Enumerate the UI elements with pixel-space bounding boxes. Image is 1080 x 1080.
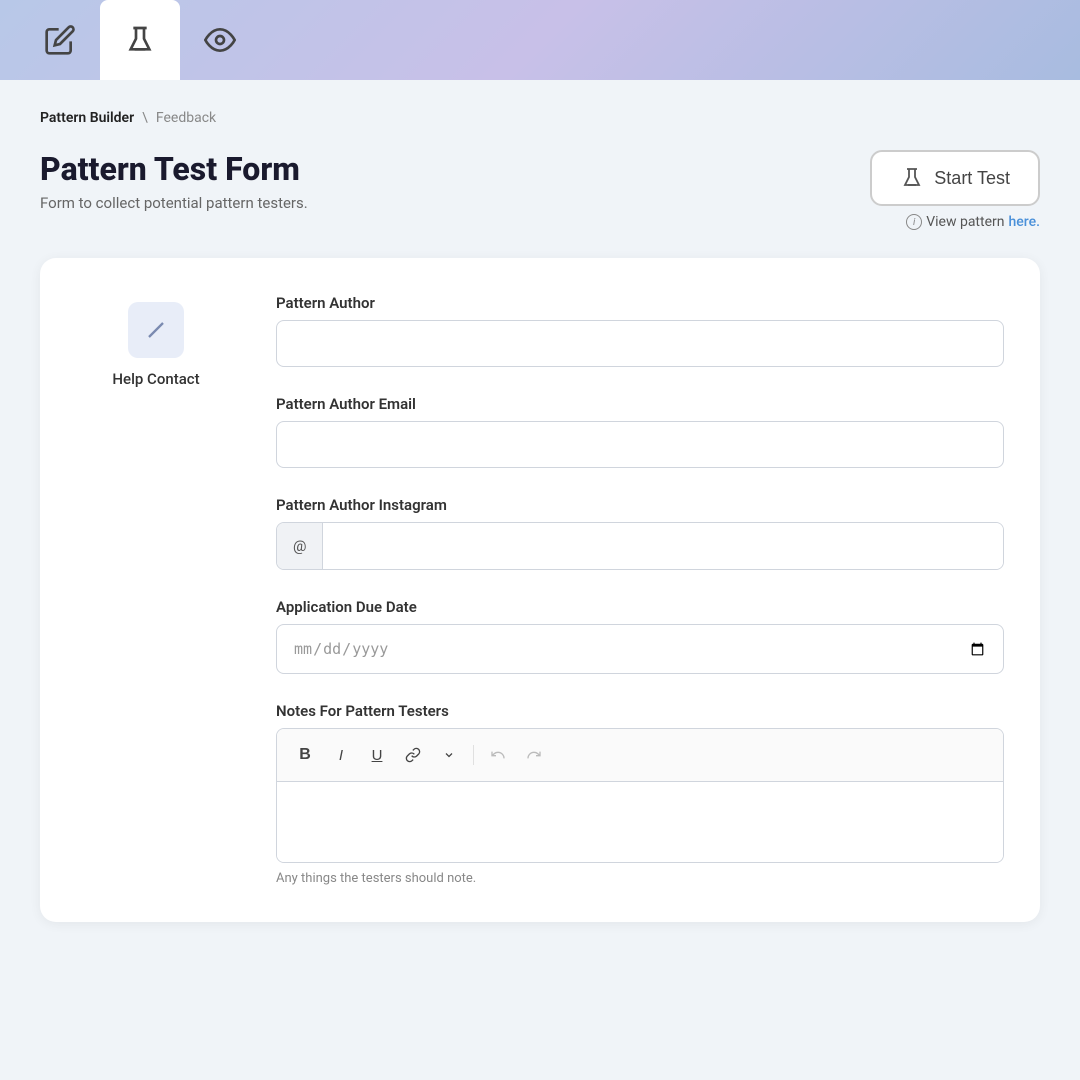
start-test-button[interactable]: Start Test: [870, 150, 1040, 206]
toolbar-separator: [473, 745, 474, 765]
toolbar-bold-button[interactable]: B: [289, 739, 321, 771]
label-notes-pattern-testers: Notes For Pattern Testers: [276, 702, 1004, 720]
header-actions: Start Test i View pattern here.: [870, 150, 1040, 230]
field-application-due-date: Application Due Date: [276, 598, 1004, 674]
slash-icon: [142, 316, 170, 344]
undo-icon: [490, 747, 506, 763]
field-pattern-author-instagram: Pattern Author Instagram @: [276, 496, 1004, 570]
top-navigation: [0, 0, 1080, 80]
toolbar-italic-button[interactable]: I: [325, 739, 357, 771]
editor-body[interactable]: [277, 782, 1003, 862]
contact-label: Help Contact: [112, 370, 199, 388]
rich-text-editor: B I U: [276, 728, 1004, 863]
editor-toolbar: B I U: [277, 729, 1003, 782]
main-content: Pattern Builder \ Feedback Pattern Test …: [0, 80, 1080, 1080]
edit-icon: [44, 24, 76, 56]
view-pattern-area: i View pattern here.: [906, 214, 1040, 230]
label-application-due-date: Application Due Date: [276, 598, 1004, 616]
breadcrumb-pattern-builder: Pattern Builder: [40, 110, 134, 126]
contact-icon-wrapper: [128, 302, 184, 358]
label-pattern-author: Pattern Author: [276, 294, 1004, 312]
flask-btn-icon: [900, 166, 924, 190]
label-pattern-author-instagram: Pattern Author Instagram: [276, 496, 1004, 514]
page-header: Pattern Test Form Form to collect potent…: [40, 150, 1040, 230]
tab-preview[interactable]: [180, 0, 260, 80]
view-pattern-link[interactable]: here.: [1009, 214, 1041, 230]
flask-icon: [124, 24, 156, 56]
toolbar-link-button[interactable]: [397, 739, 429, 771]
input-pattern-author[interactable]: [276, 320, 1004, 367]
notes-field-hint: Any things the testers should note.: [276, 871, 1004, 886]
link-icon: [405, 747, 421, 763]
instagram-prefix: @: [277, 523, 323, 569]
form-layout: Help Contact Pattern Author Pattern Auth…: [76, 294, 1004, 886]
form-card: Help Contact Pattern Author Pattern Auth…: [40, 258, 1040, 922]
tab-test[interactable]: [100, 0, 180, 80]
field-pattern-author-email: Pattern Author Email: [276, 395, 1004, 468]
breadcrumb-feedback: Feedback: [156, 110, 216, 126]
form-sidebar: Help Contact: [76, 294, 236, 886]
view-pattern-text: View pattern: [926, 214, 1004, 230]
breadcrumb-separator: \: [142, 110, 148, 126]
form-fields: Pattern Author Pattern Author Email Patt…: [276, 294, 1004, 886]
input-application-due-date[interactable]: [276, 624, 1004, 674]
toolbar-dropdown-button[interactable]: [433, 739, 465, 771]
eye-icon: [204, 24, 236, 56]
breadcrumb: Pattern Builder \ Feedback: [40, 110, 1040, 126]
label-pattern-author-email: Pattern Author Email: [276, 395, 1004, 413]
field-pattern-author: Pattern Author: [276, 294, 1004, 367]
page-subtitle: Form to collect potential pattern tester…: [40, 194, 308, 212]
field-notes-pattern-testers: Notes For Pattern Testers B I U: [276, 702, 1004, 886]
tab-edit[interactable]: [20, 0, 100, 80]
instagram-input-wrapper: @: [276, 522, 1004, 570]
toolbar-undo-button[interactable]: [482, 739, 514, 771]
redo-icon: [526, 747, 542, 763]
chevron-down-icon: [443, 749, 455, 761]
input-pattern-author-email[interactable]: [276, 421, 1004, 468]
page-title-area: Pattern Test Form Form to collect potent…: [40, 150, 308, 212]
start-test-label: Start Test: [934, 168, 1010, 189]
toolbar-redo-button[interactable]: [518, 739, 550, 771]
info-icon: i: [906, 214, 922, 230]
input-pattern-author-instagram[interactable]: [323, 523, 1003, 569]
page-title: Pattern Test Form: [40, 150, 308, 188]
toolbar-underline-button[interactable]: U: [361, 739, 393, 771]
